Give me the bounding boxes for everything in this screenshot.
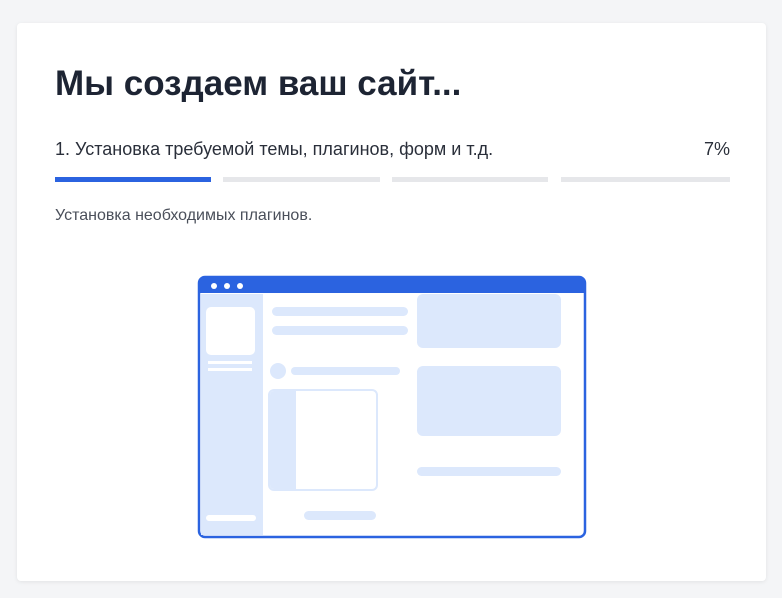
progress-percent: 7%	[703, 139, 730, 159]
text-line-placeholder	[272, 326, 408, 335]
sidebar-line-placeholder	[208, 361, 252, 364]
progress-segment-fill	[55, 177, 211, 182]
image-block-placeholder	[417, 366, 561, 436]
progress-segments	[55, 177, 730, 182]
text-line-placeholder	[304, 511, 376, 520]
content-card-image-placeholder	[270, 391, 296, 489]
status-text: Установка необходимых плагинов.	[55, 207, 313, 224]
website-builder-illustration-icon	[197, 275, 587, 539]
window-dot-icon	[224, 283, 230, 289]
text-line-placeholder	[417, 467, 561, 476]
window-dot-icon	[211, 283, 217, 289]
progress-segment-3	[392, 177, 548, 182]
sidebar-line-placeholder	[208, 368, 252, 371]
progress-card: Мы создаем ваш сайт... 1. Установка треб…	[17, 23, 766, 581]
progress-segment-1	[55, 177, 211, 182]
text-line-placeholder	[272, 307, 408, 316]
progress-segment-2	[223, 177, 380, 182]
avatar-placeholder	[270, 363, 286, 379]
progress-segment-4	[561, 177, 730, 182]
window-dot-icon	[237, 283, 243, 289]
image-block-placeholder	[417, 294, 561, 348]
sidebar-avatar-placeholder	[206, 307, 255, 355]
step-row: 1. Установка требуемой темы, плагинов, ф…	[55, 137, 730, 161]
sidebar-button-placeholder	[206, 515, 256, 521]
text-line-placeholder	[291, 367, 400, 375]
step-label: 1. Установка требуемой темы, плагинов, ф…	[55, 139, 494, 159]
page-title: Мы создаем ваш сайт...	[55, 64, 462, 103]
browser-title-bar	[199, 277, 585, 293]
